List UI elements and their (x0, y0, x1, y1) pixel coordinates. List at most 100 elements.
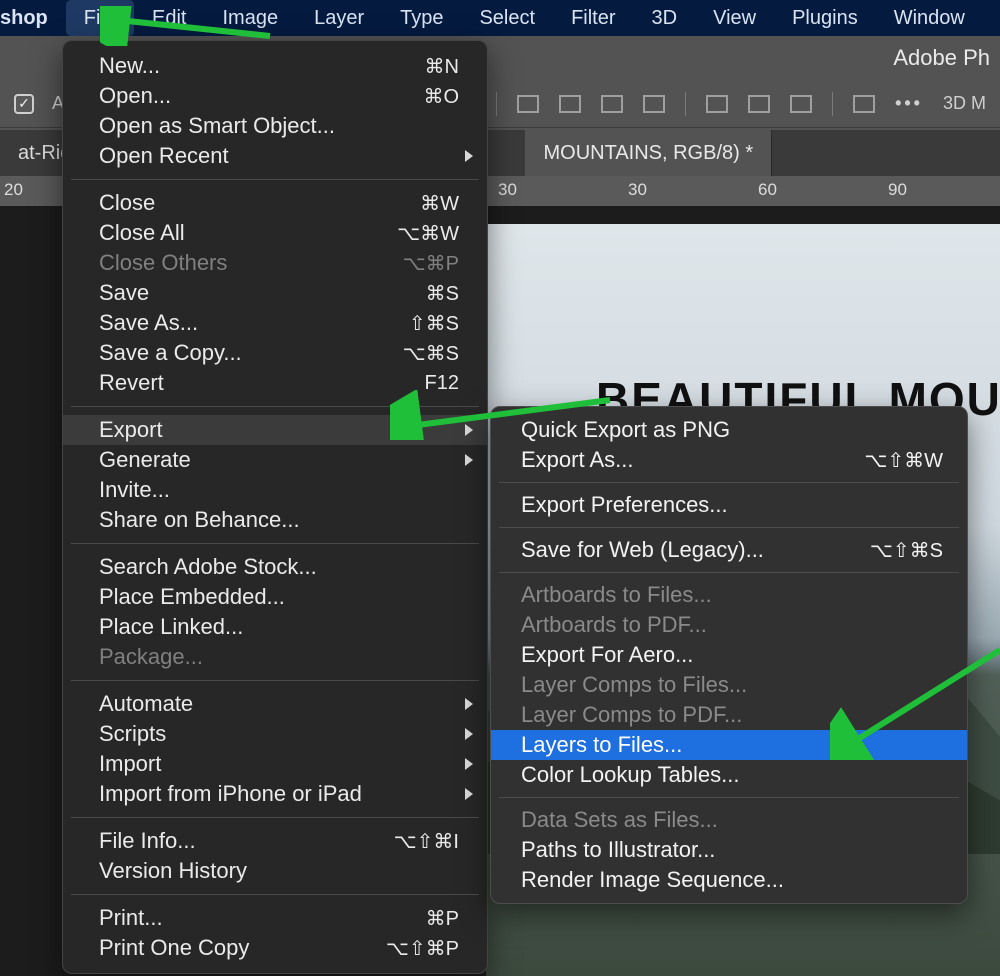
menu-item-label: New... (99, 53, 425, 79)
menu-item-open-as-smart-object[interactable]: Open as Smart Object... (63, 111, 487, 141)
menu-item-save-as[interactable]: Save As...⇧⌘S (63, 308, 487, 338)
menu-item-label: Place Linked... (99, 614, 459, 640)
menu-item-import-from-iphone-or-ipad[interactable]: Import from iPhone or iPad (63, 779, 487, 809)
submenu-item-label: Export For Aero... (521, 642, 943, 668)
align-icon[interactable] (601, 95, 623, 113)
align-icon[interactable] (559, 95, 581, 113)
divider (832, 92, 833, 116)
submenu-item-paths-to-illustrator[interactable]: Paths to Illustrator... (491, 835, 967, 865)
menu-item-label: Package... (99, 644, 459, 670)
menu-item-shortcut: ⌥⌘S (403, 341, 459, 366)
menubar-item-3d[interactable]: 3D (634, 0, 696, 36)
menu-item-version-history[interactable]: Version History (63, 856, 487, 886)
ruler-mark: 90 (888, 180, 907, 200)
menu-item-label: Print... (99, 905, 426, 931)
menu-item-shortcut: ⌘O (423, 84, 459, 109)
menubar-item-layer[interactable]: Layer (296, 0, 382, 36)
menu-item-automate[interactable]: Automate (63, 689, 487, 719)
menubar-item-plugins[interactable]: Plugins (774, 0, 876, 36)
menu-item-label: Version History (99, 858, 459, 884)
submenu-item-shortcut: ⌥⇧⌘S (870, 538, 943, 563)
menu-item-label: Open Recent (99, 143, 459, 169)
menu-item-print[interactable]: Print...⌘P (63, 903, 487, 933)
menu-item-close-all[interactable]: Close All⌥⌘W (63, 218, 487, 248)
chevron-right-icon (465, 454, 473, 466)
menu-item-save[interactable]: Save⌘S (63, 278, 487, 308)
align-icon[interactable] (643, 95, 665, 113)
menubar-item-filter[interactable]: Filter (553, 0, 633, 36)
menu-item-label: Invite... (99, 477, 459, 503)
menu-item-new[interactable]: New...⌘N (63, 51, 487, 81)
ruler-mark: 30 (628, 180, 647, 200)
menu-item-generate[interactable]: Generate (63, 445, 487, 475)
menu-item-label: Save (99, 280, 426, 306)
menu-item-invite[interactable]: Invite... (63, 475, 487, 505)
menu-item-shortcut: ⌘N (425, 54, 459, 79)
menu-item-search-adobe-stock[interactable]: Search Adobe Stock... (63, 552, 487, 582)
menu-item-print-one-copy[interactable]: Print One Copy⌥⇧⌘P (63, 933, 487, 963)
menu-item-open[interactable]: Open...⌘O (63, 81, 487, 111)
submenu-item-label: Color Lookup Tables... (521, 762, 943, 788)
menubar-item-edit[interactable]: Edit (134, 0, 204, 36)
menu-item-place-embedded[interactable]: Place Embedded... (63, 582, 487, 612)
menu-item-label: Close Others (99, 250, 403, 276)
menubar-item-image[interactable]: Image (204, 0, 296, 36)
option-checkbox[interactable] (14, 94, 34, 114)
submenu-item-label: Layer Comps to Files... (521, 672, 943, 698)
menu-separator (499, 527, 959, 528)
menu-item-share-on-behance[interactable]: Share on Behance... (63, 505, 487, 535)
distribute-icon[interactable] (748, 95, 770, 113)
menu-item-label: Print One Copy (99, 935, 386, 961)
menu-item-shortcut: ⌘W (420, 191, 459, 216)
menu-item-label: Import from iPhone or iPad (99, 781, 459, 807)
menu-separator (71, 543, 479, 544)
menu-separator (499, 482, 959, 483)
submenu-item-render-image-sequence[interactable]: Render Image Sequence... (491, 865, 967, 895)
menu-item-shortcut: ⇧⌘S (409, 311, 459, 336)
menu-item-shortcut: ⌥⇧⌘P (386, 936, 459, 961)
menu-item-scripts[interactable]: Scripts (63, 719, 487, 749)
menu-item-place-linked[interactable]: Place Linked... (63, 612, 487, 642)
menubar-item-select[interactable]: Select (461, 0, 553, 36)
submenu-item-save-for-web-legacy[interactable]: Save for Web (Legacy)...⌥⇧⌘S (491, 535, 967, 565)
distribute-icon[interactable] (706, 95, 728, 113)
menubar-item-file[interactable]: File (66, 0, 134, 36)
distribute-icon[interactable] (790, 95, 812, 113)
submenu-item-layers-to-files[interactable]: Layers to Files... (491, 730, 967, 760)
mode-label-fragment: 3D M (943, 93, 986, 114)
more-options-icon[interactable]: ••• (895, 93, 923, 114)
menu-item-file-info[interactable]: File Info...⌥⇧⌘I (63, 826, 487, 856)
ruler-mark: 60 (758, 180, 777, 200)
menu-item-revert[interactable]: RevertF12 (63, 368, 487, 398)
menu-item-label: Import (99, 751, 459, 777)
align-icon[interactable] (517, 95, 539, 113)
menubar-item-window[interactable]: Window (876, 0, 983, 36)
submenu-item-export-for-aero[interactable]: Export For Aero... (491, 640, 967, 670)
menu-separator (499, 572, 959, 573)
menu-item-save-a-copy[interactable]: Save a Copy...⌥⌘S (63, 338, 487, 368)
menu-item-import[interactable]: Import (63, 749, 487, 779)
submenu-item-label: Export Preferences... (521, 492, 943, 518)
menubar-item-view[interactable]: View (695, 0, 774, 36)
chevron-right-icon (465, 758, 473, 770)
menu-item-open-recent[interactable]: Open Recent (63, 141, 487, 171)
submenu-item-export-as[interactable]: Export As...⌥⇧⌘W (491, 445, 967, 475)
submenu-item-label: Quick Export as PNG (521, 417, 943, 443)
divider (685, 92, 686, 116)
submenu-item-quick-export-as-png[interactable]: Quick Export as PNG (491, 415, 967, 445)
submenu-item-label: Layers to Files... (521, 732, 943, 758)
menu-item-label: File Info... (99, 828, 394, 854)
menu-item-close[interactable]: Close⌘W (63, 188, 487, 218)
menu-item-label: Search Adobe Stock... (99, 554, 459, 580)
menu-item-shortcut: ⌥⌘W (397, 221, 459, 246)
distribute-icon[interactable] (853, 95, 875, 113)
submenu-item-color-lookup-tables[interactable]: Color Lookup Tables... (491, 760, 967, 790)
menubar-item-type[interactable]: Type (382, 0, 461, 36)
menu-item-export[interactable]: Export (63, 415, 487, 445)
submenu-item-label: Layer Comps to PDF... (521, 702, 943, 728)
workspace-label: Adobe Ph (893, 45, 990, 71)
submenu-item-export-preferences[interactable]: Export Preferences... (491, 490, 967, 520)
document-tab-active[interactable]: MOUNTAINS, RGB/8) * (525, 130, 772, 176)
menu-item-label: Save As... (99, 310, 409, 336)
app-name-fragment: shop (0, 0, 66, 36)
